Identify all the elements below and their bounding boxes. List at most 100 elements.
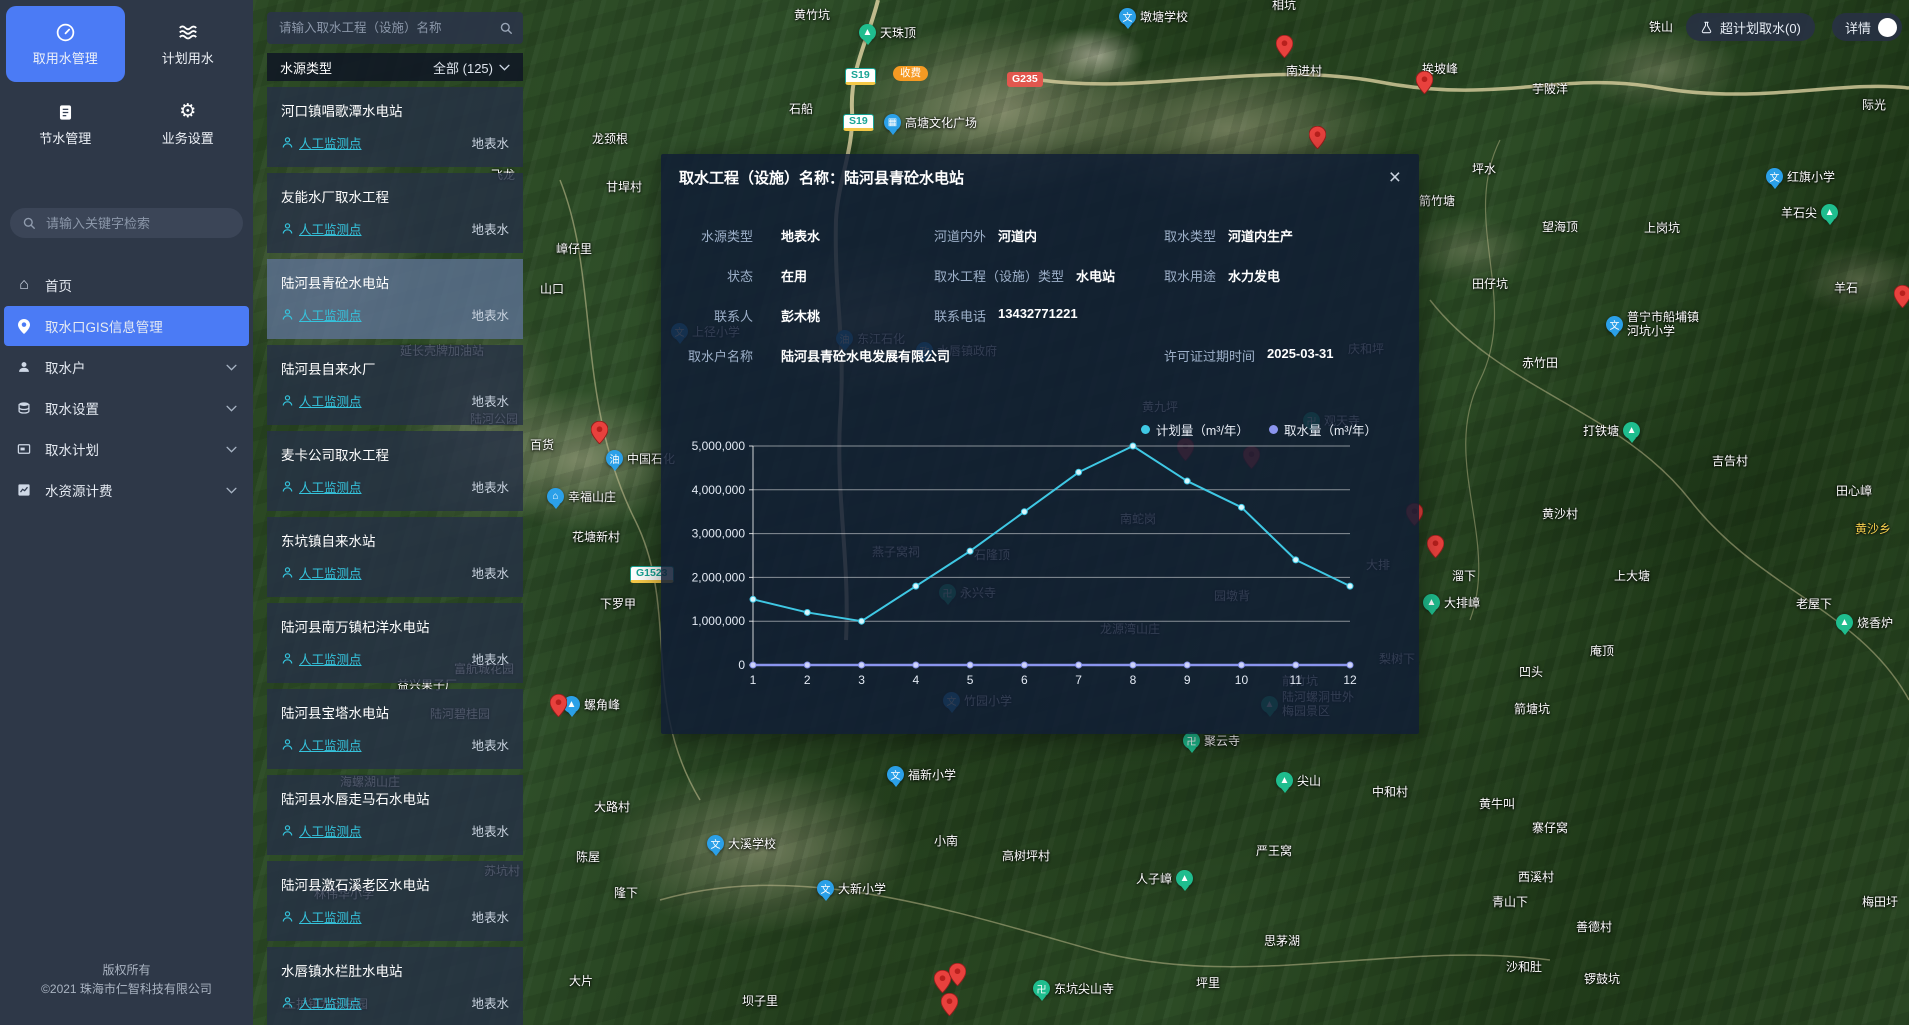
legend-dot-icon [1269, 425, 1278, 434]
map-label: 田心嶂 [1836, 484, 1872, 498]
search-icon[interactable] [499, 21, 513, 35]
map-label: 沙和肚 [1506, 960, 1542, 974]
field-label: 河道内外 [934, 226, 986, 245]
sidebar-item-db[interactable]: 取水设置 [4, 388, 249, 428]
map-place-label: 黄牛叫 [1479, 797, 1515, 811]
chevron-down-icon [226, 364, 237, 371]
map-label: 坪里 [1196, 976, 1220, 990]
map-place-label: 相坑 [1272, 0, 1296, 12]
map-place-label: 箭竹塘 [1419, 194, 1455, 208]
station-item[interactable]: 河口镇唱歌潭水电站人工监测点地表水 [267, 87, 523, 167]
detail-label: 详情 [1845, 18, 1871, 37]
station-name: 河口镇唱歌潭水电站 [281, 100, 509, 120]
station-pin-icon[interactable] [1276, 35, 1293, 58]
station-pin-icon[interactable] [591, 421, 608, 444]
map-label: 南进村 [1286, 64, 1322, 78]
blue-poi-icon: 文 [1606, 316, 1623, 333]
over-plan-label: 超计划取水(0) [1720, 18, 1801, 37]
map-place-label: 石船 [789, 102, 813, 116]
station-search-input[interactable] [277, 20, 499, 36]
map-label: 黄竹坑 [794, 8, 830, 22]
sidebar-item-card[interactable]: 取水计划 [4, 429, 249, 469]
map-place-label: 赤竹田 [1522, 356, 1558, 370]
map-place-label: 田仔坑 [1472, 277, 1508, 291]
keyword-search-input[interactable] [44, 215, 231, 232]
station-list-panel: 水源类型 全部 (125) 河口镇唱歌潭水电站人工监测点地表水友能水厂取水工程人… [267, 12, 523, 1025]
station-item[interactable]: 麦卡公司取水工程人工监测点地表水 [267, 431, 523, 511]
station-item[interactable]: 陆河县南万镇杞洋水电站人工监测点地表水 [267, 603, 523, 683]
station-item[interactable]: 陆河县激石溪老区水电站人工监测点地表水 [267, 861, 523, 941]
map-label: 思茅湖 [1264, 934, 1300, 948]
map-poi: 文福新小学 [887, 766, 956, 783]
map-place-label: 大片 [569, 974, 593, 988]
station-name: 东坑镇自来水站 [281, 530, 509, 550]
map-label: 福新小学 [908, 768, 956, 782]
detail-toggle[interactable]: 详情 [1832, 13, 1902, 41]
filter-dropdown[interactable]: 全部 (125) [433, 58, 510, 77]
blue-poi-icon: 文 [1766, 168, 1783, 185]
station-item[interactable]: 友能水厂取水工程人工监测点地表水 [267, 173, 523, 253]
station-pin-icon[interactable] [949, 963, 966, 986]
flask-icon [1700, 20, 1713, 35]
map-label: 螺角峰 [584, 698, 620, 712]
station-list: 河口镇唱歌潭水电站人工监测点地表水友能水厂取水工程人工监测点地表水陆河县青砼水电… [267, 87, 523, 1025]
keyword-search[interactable] [10, 208, 243, 238]
modal-title: 取水工程（设施）名称：陆河县青砼水电站 [679, 167, 964, 188]
station-pin-icon[interactable] [550, 694, 567, 717]
field-value: 水电站 [1076, 266, 1115, 285]
sidebar-item-home[interactable]: ⌂首页 [4, 265, 249, 305]
road-marker: G235 [1007, 72, 1043, 87]
map-place-label: 坪里 [1196, 976, 1220, 990]
map-place-label: 思茅湖 [1264, 934, 1300, 948]
map-label: 陈屋 [576, 850, 600, 864]
station-name: 陆河县青砼水电站 [281, 272, 509, 292]
map-label: 大排嶂 [1444, 596, 1480, 610]
map-poi: 人子嶂▲ [1136, 870, 1193, 887]
map-poi: 文普宁市船埔镇 河坑小学 [1606, 310, 1699, 338]
sidebar-item-label: 取水计划 [45, 439, 99, 459]
sidebar-item-pin[interactable]: 取水口GIS信息管理 [4, 306, 249, 346]
svg-text:8: 8 [1130, 673, 1137, 687]
module-waves[interactable]: 计划用水 [129, 6, 248, 82]
station-item[interactable]: 陆河县宝塔水电站人工监测点地表水 [267, 689, 523, 769]
station-pin-icon[interactable] [1894, 285, 1909, 308]
green-poi-icon: ▲ [1623, 422, 1640, 439]
water-source-filter: 水源类型 全部 (125) [267, 53, 523, 81]
road-shield: S19 [843, 114, 874, 131]
over-plan-intake-button[interactable]: 超计划取水(0) [1686, 13, 1815, 41]
station-name: 陆河县宝塔水电站 [281, 702, 509, 722]
map-label: 望海顶 [1542, 220, 1578, 234]
map-label: 西溪村 [1518, 870, 1554, 884]
map-label: 百货 [530, 438, 554, 452]
station-pin-icon[interactable] [1427, 535, 1444, 558]
sidebar-item-chart[interactable]: 水资源计费 [4, 470, 249, 510]
station-pin-icon[interactable] [1416, 71, 1433, 94]
close-icon[interactable]: × [1389, 167, 1401, 188]
station-item[interactable]: 陆河县青砼水电站人工监测点地表水 [267, 259, 523, 339]
station-pin-icon[interactable] [1309, 126, 1326, 149]
green-poi-icon: 卍 [1183, 732, 1200, 749]
map-label: 坪水 [1472, 162, 1496, 176]
station-item[interactable]: 陆河县水唇走马石水电站人工监测点地表水 [267, 775, 523, 855]
map-place-label: 下罗甲 [600, 597, 636, 611]
station-item[interactable]: 陆河县自来水厂人工监测点地表水 [267, 345, 523, 425]
db-icon [16, 401, 32, 415]
sidebar-item-user[interactable]: 取水户 [4, 347, 249, 387]
waves-icon [177, 21, 199, 43]
road-marker: S19 [843, 114, 874, 131]
station-search[interactable] [267, 12, 523, 44]
road-shield: S19 [845, 68, 876, 85]
station-item[interactable]: 水唇镇水栏肚水电站人工监测点地表水 [267, 947, 523, 1025]
module-doc[interactable]: 节水管理 [6, 86, 125, 162]
map-label: 普宁市船埔镇 河坑小学 [1627, 310, 1699, 338]
module-gear[interactable]: ⚙业务设置 [129, 86, 248, 162]
station-pin-icon[interactable] [941, 993, 958, 1016]
sidebar-item-label: 首页 [45, 275, 72, 295]
map-place-label: 溜下 [1452, 569, 1476, 583]
svg-text:5: 5 [967, 673, 974, 687]
map-label: 羊石尖 [1781, 206, 1817, 220]
toggle-knob[interactable] [1878, 18, 1897, 37]
module-meter[interactable]: 取用水管理 [6, 6, 125, 82]
map-label: 高树坪村 [1002, 849, 1050, 863]
station-item[interactable]: 东坑镇自来水站人工监测点地表水 [267, 517, 523, 597]
